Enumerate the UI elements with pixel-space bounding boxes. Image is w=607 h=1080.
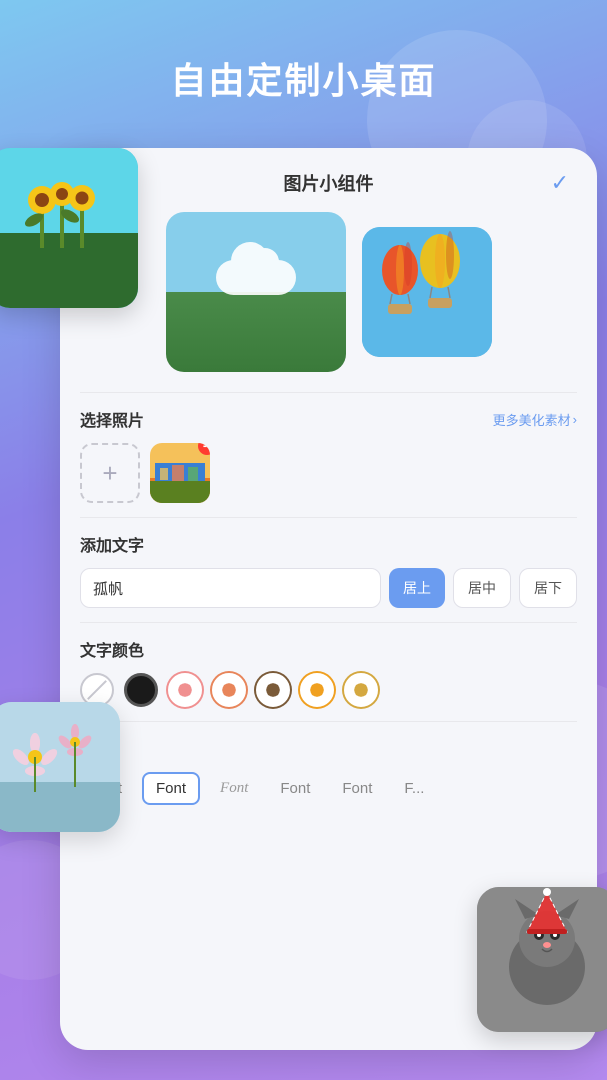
color-gold-swatch[interactable] [344, 673, 378, 707]
font-item-3[interactable]: Font [208, 774, 260, 803]
text-color-header: 文字颜色 [80, 637, 577, 661]
font-row: Font Font Font Font Font F... [80, 772, 577, 805]
section-select-photo: 选择照片 更多美化素材 › + − [60, 393, 597, 517]
font-item-6[interactable]: F... [392, 774, 436, 803]
page-title: 自由定制小桌面 [0, 0, 607, 104]
text-input-field[interactable] [80, 568, 381, 608]
float-flower-image [0, 702, 120, 832]
add-photo-button[interactable]: + [80, 443, 140, 503]
color-brown-swatch[interactable] [256, 673, 290, 707]
more-materials-text: 更多美化素材 [493, 410, 571, 429]
position-top-button[interactable]: 居上 [389, 568, 445, 608]
text-input-row: 居上 居中 居下 [80, 568, 577, 608]
color-row [80, 673, 577, 707]
position-bottom-button[interactable]: 居下 [519, 568, 577, 608]
widget-preview [60, 212, 597, 392]
font-item-2[interactable]: Font [142, 772, 200, 805]
cloud-shape [216, 260, 296, 295]
color-coral-swatch[interactable] [212, 673, 246, 707]
check-icon: ✓ [551, 170, 569, 196]
position-middle-button[interactable]: 居中 [453, 568, 511, 608]
font-header: 字体 [80, 736, 577, 760]
color-orange-swatch[interactable] [300, 673, 334, 707]
section-add-text: 添加文字 居上 居中 居下 [60, 518, 597, 622]
color-black-swatch[interactable] [124, 673, 158, 707]
widget-side-image[interactable] [362, 227, 492, 357]
section-text-color: 文字颜色 [60, 623, 597, 721]
photo-thumbnail-1[interactable]: − [150, 443, 210, 503]
select-photo-title: 选择照片 [80, 407, 144, 431]
float-cat-image [477, 887, 607, 1032]
card-header-title: 图片小组件 [284, 170, 374, 196]
more-materials-link[interactable]: 更多美化素材 › [493, 410, 577, 429]
card-header: 图片小组件 ✓ [60, 148, 597, 212]
widget-main-image[interactable] [166, 212, 346, 372]
more-materials-arrow: › [573, 412, 577, 427]
add-text-header: 添加文字 [80, 532, 577, 556]
photos-row: + − [80, 443, 577, 503]
text-color-title: 文字颜色 [80, 637, 144, 661]
font-item-4[interactable]: Font [268, 774, 322, 803]
select-photo-header: 选择照片 更多美化素材 › [80, 407, 577, 431]
float-sunflower-image [0, 148, 138, 308]
color-pink-swatch[interactable] [168, 673, 202, 707]
balloon-background [362, 227, 492, 357]
section-font: 字体 Font Font Font Font Font F... [60, 722, 597, 819]
font-item-5[interactable]: Font [330, 774, 384, 803]
add-text-title: 添加文字 [80, 532, 144, 556]
